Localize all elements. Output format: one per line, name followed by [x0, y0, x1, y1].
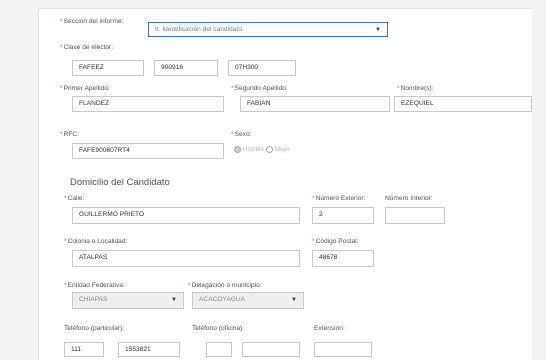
- clave-elector-part2[interactable]: 900916: [154, 60, 218, 76]
- delegacion-select[interactable]: ACACOYAGUA ▼: [192, 292, 304, 309]
- cp-input[interactable]: 48678: [312, 250, 374, 267]
- rfc-label: *RFC:: [60, 131, 79, 138]
- calle-input[interactable]: GUILLERMO PRIETO: [72, 207, 300, 224]
- tel-oficina-lada[interactable]: [206, 342, 232, 357]
- tel-oficina-numero[interactable]: [242, 342, 300, 357]
- top-bar: [0, 0, 546, 9]
- tel-particular-numero[interactable]: 1553821: [118, 342, 180, 357]
- tel-oficina-label: Teléfono (oficina):: [192, 325, 245, 332]
- entidad-label: *Entidad Federativa:: [64, 282, 125, 289]
- chevron-down-icon: ▼: [375, 27, 381, 33]
- entidad-select[interactable]: CHIAPAS ▼: [72, 292, 184, 309]
- primer-apellido-label: *Primer Apellido:: [60, 85, 110, 92]
- section-select[interactable]: II. Identificación del candidato ▼: [148, 22, 388, 37]
- segundo-apellido-input[interactable]: FABIAN: [240, 96, 390, 112]
- colonia-input[interactable]: ATALPAS: [72, 250, 300, 267]
- section-select-value: II. Identificación del candidato: [155, 26, 242, 33]
- primer-apellido-input[interactable]: FLANDEZ: [72, 96, 224, 112]
- sexo-radio-group: Hombre Mujer: [234, 146, 290, 153]
- nombres-input[interactable]: EZEQUIEL: [394, 96, 532, 112]
- tel-particular-label: Teléfono (particular):: [64, 325, 125, 332]
- domicilio-heading: Domicilio del Candidato: [70, 177, 170, 188]
- num-ext-label: *Número Exterior:: [312, 195, 366, 202]
- colonia-label: *Colonia o Localidad:: [64, 238, 128, 245]
- nombres-label: *Nombre(s):: [397, 85, 434, 92]
- segundo-apellido-label: *Segundo Apellido:: [231, 85, 288, 92]
- chevron-down-icon: ▼: [291, 297, 297, 303]
- delegacion-label: *Delegación o municipio:: [188, 282, 262, 289]
- extension-input[interactable]: [314, 342, 372, 357]
- clave-label: *Clave de elector:: [60, 44, 114, 51]
- sexo-label: *Sexo:: [231, 131, 252, 138]
- num-int-label: Número Interior:: [385, 195, 433, 202]
- cp-label: *Código Postal:: [312, 238, 359, 245]
- right-gutter: [532, 8, 546, 360]
- clave-elector-part3[interactable]: 07H300: [228, 60, 296, 76]
- radio-hombre[interactable]: [234, 146, 241, 153]
- clave-elector-part1[interactable]: FAFEEZ: [72, 60, 144, 76]
- extension-label: Extensión:: [314, 325, 345, 332]
- left-sidebar: [0, 8, 39, 360]
- num-ext-input[interactable]: 2: [312, 207, 374, 224]
- radio-mujer[interactable]: [266, 146, 274, 153]
- tel-particular-lada[interactable]: 111: [64, 342, 104, 357]
- section-label: *Sección del informe:: [60, 18, 124, 25]
- chevron-down-icon: ▼: [171, 297, 177, 303]
- calle-label: *Calle:: [64, 195, 85, 202]
- num-int-input[interactable]: [385, 207, 445, 224]
- rfc-input[interactable]: FAFE900607RT4: [72, 143, 224, 159]
